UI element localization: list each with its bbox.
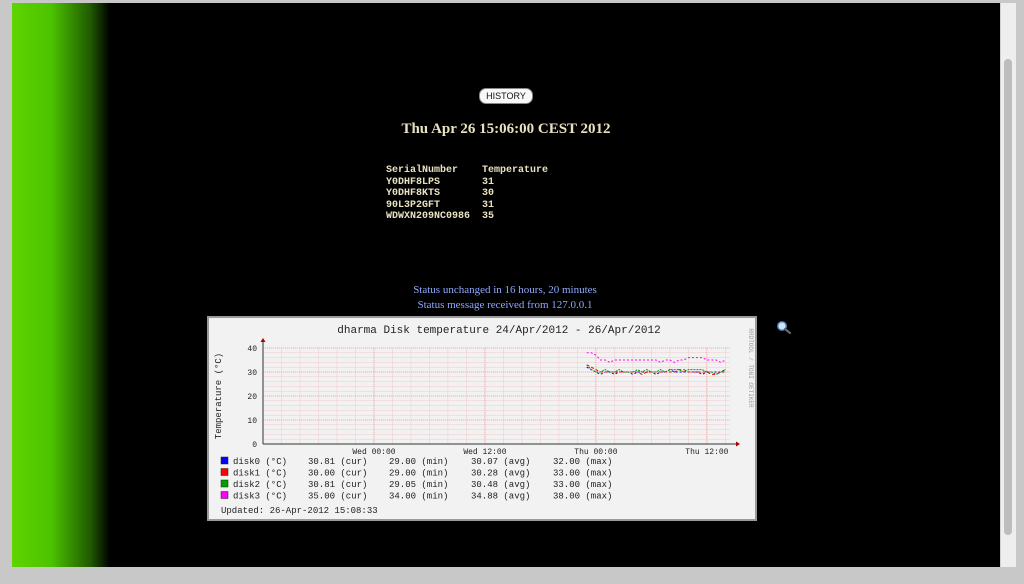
legend-swatch xyxy=(220,468,229,476)
legend-max: 38.00 (max) xyxy=(553,492,612,502)
temperature-cell: 30 xyxy=(482,188,495,199)
legend-max: 33.00 (max) xyxy=(553,480,612,490)
chart-legend: disk0 (°C) 30.81 (cur) 29.00 (min) 30.07 (a… xyxy=(220,456,612,502)
temperature-cell: 35 xyxy=(482,211,495,222)
legend-name: disk1 (°C) xyxy=(233,469,287,479)
legend-swatch xyxy=(220,491,229,499)
table-header-row: SerialNumber Temperature xyxy=(386,165,560,177)
legend-avg: 30.28 (avg) xyxy=(471,469,530,479)
legend-cur: 30.81 (cur) xyxy=(308,480,367,490)
legend-name: disk0 (°C) xyxy=(233,457,287,467)
green-gradient-strip xyxy=(12,3,110,567)
legend-avg: 34.88 (avg) xyxy=(471,492,530,502)
legend-min: 34.00 (min) xyxy=(389,492,448,502)
chart-updated: Updated: 26-Apr-2012 15:08:33 xyxy=(221,506,378,516)
temperature-cell: 31 xyxy=(482,199,495,211)
legend-min: 29.05 (min) xyxy=(389,480,448,490)
table-row: Y0DHF8LPS 31 xyxy=(386,177,560,189)
disk-table: SerialNumber Temperature Y0DHF8LPS 31 Y0… xyxy=(386,165,560,223)
table-row: WDWXN209NC0986 35 xyxy=(386,211,560,223)
serial-cell: Y0DHF8KTS xyxy=(386,188,441,199)
status-received: Status message received from 127.0.0.1 xyxy=(417,299,593,311)
x-axis-arrow xyxy=(736,441,740,447)
column-header-temperature: Temperature xyxy=(482,165,549,176)
x-tick-label: Thu 00:00 xyxy=(574,448,617,457)
y-tick-label: 20 xyxy=(247,393,257,402)
table-row: 90L3P2GFT 31 xyxy=(386,200,560,212)
legend-swatch xyxy=(220,456,229,465)
temperature-chart: dharma Disk temperature 24/Apr/2012 - 26… xyxy=(214,325,754,516)
page-date: Thu Apr 26 15:06:00 CEST 2012 xyxy=(401,121,611,137)
table-row: Y0DHF8KTS 30 xyxy=(386,188,560,200)
y-axis-label: Temperature (°C) xyxy=(214,353,224,439)
legend-max: 32.00 (max) xyxy=(553,457,612,467)
x-tick-label: Wed 00:00 xyxy=(352,448,395,457)
serial-cell: WDWXN209NC0986 xyxy=(386,211,471,222)
chart-title: dharma Disk temperature 24/Apr/2012 - 26… xyxy=(337,325,660,337)
magnifier-icon[interactable] xyxy=(776,320,792,334)
y-tick-label: 0 xyxy=(252,441,257,450)
serial-cell: 90L3P2GFT xyxy=(386,199,441,211)
scrollbar[interactable] xyxy=(1000,3,1016,567)
legend-min: 29.00 (min) xyxy=(389,457,448,467)
legend-cur: 30.00 (cur) xyxy=(308,469,367,479)
rrdtool-watermark: RRDTOOL / TOBI OETIKER xyxy=(747,328,754,408)
y-axis-arrow xyxy=(260,338,266,342)
legend-min: 29.00 (min) xyxy=(389,469,448,479)
status-unchanged: Status unchanged in 16 hours, 20 minutes xyxy=(413,284,597,296)
legend-name: disk2 (°C) xyxy=(233,480,287,490)
legend-max: 33.00 (max) xyxy=(553,469,612,479)
legend-swatch xyxy=(220,479,229,488)
legend-cur: 30.81 (cur) xyxy=(308,457,367,467)
chart-series xyxy=(586,352,726,375)
column-header-serial: SerialNumber xyxy=(386,165,459,176)
scroll-thumb[interactable] xyxy=(1004,59,1012,535)
legend-avg: 30.07 (avg) xyxy=(471,457,530,467)
y-tick-label: 10 xyxy=(247,417,257,426)
serial-cell: Y0DHF8LPS xyxy=(386,176,441,188)
history-button[interactable]: HISTORY xyxy=(479,88,533,104)
x-tick-label: Wed 12:00 xyxy=(463,448,506,457)
legend-avg: 30.48 (avg) xyxy=(471,480,530,490)
temperature-graph: dharma Disk temperature 24/Apr/2012 - 26… xyxy=(207,316,757,521)
y-tick-label: 30 xyxy=(247,369,257,378)
x-tick-label: Thu 12:00 xyxy=(685,448,728,457)
temperature-cell: 31 xyxy=(482,176,495,188)
legend-cur: 35.00 (cur) xyxy=(308,492,367,502)
y-tick-label: 40 xyxy=(247,345,257,354)
legend-name: disk3 (°C) xyxy=(233,492,287,502)
